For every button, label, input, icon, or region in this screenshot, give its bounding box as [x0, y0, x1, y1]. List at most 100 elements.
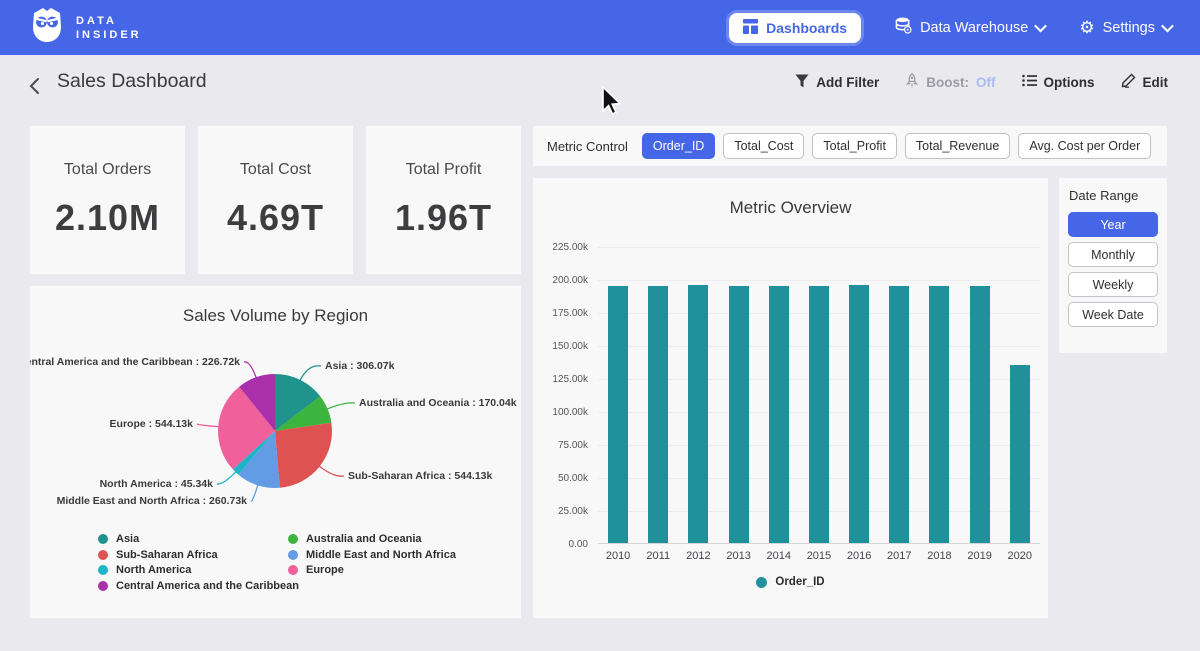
legend-dot	[756, 577, 767, 588]
pie-legend-item: Asia	[98, 533, 139, 545]
pie-leader-line	[197, 424, 220, 427]
pie-legend-item: Sub-Saharan Africa	[98, 549, 218, 561]
pie-legend-item: Europe	[288, 564, 344, 576]
pie-slice-label: Europe : 544.13k	[110, 418, 194, 430]
back-button[interactable]	[26, 77, 46, 97]
bar[interactable]	[608, 286, 628, 544]
x-tick-label: 2013	[719, 550, 759, 562]
page-header: Sales Dashboard Add Filter Boost: Off	[0, 55, 1200, 117]
x-axis-labels: 2010201120122013201420152016201720182019…	[598, 550, 1040, 562]
x-tick-label: 2012	[678, 550, 718, 562]
legend-dot	[288, 534, 298, 544]
metric-control-bar: Metric Control Order_ID Total_Cost Total_P…	[533, 126, 1167, 166]
pie-slice-label: Australia and Oceania : 170.04k	[359, 397, 517, 409]
bar[interactable]	[769, 286, 789, 544]
legend-label: Order_ID	[775, 576, 824, 588]
metric-option-chip[interactable]: Avg. Cost per Order	[1018, 133, 1151, 159]
y-tick-label: 175.00k	[533, 308, 588, 319]
pie-slice-label: Asia : 306.07k	[325, 360, 395, 372]
kpi-card-total-orders: Total Orders 2.10M	[30, 126, 185, 274]
top-navbar: DATA INSIDER Dashboards	[0, 0, 1200, 55]
metric-overview-chart: Metric Overview 225.00k200.00k175.00k150…	[533, 178, 1048, 618]
date-range-option[interactable]: Year	[1068, 212, 1158, 237]
options-button[interactable]: Options	[1022, 74, 1095, 90]
date-range-label: Date Range	[1069, 188, 1158, 203]
bar-chart-title: Metric Overview	[533, 198, 1048, 218]
x-tick-label: 2020	[1000, 550, 1040, 562]
brand-name: DATA INSIDER	[76, 14, 142, 42]
boost-toggle[interactable]: Boost: Off	[905, 73, 995, 91]
legend-label: Sub-Saharan Africa	[116, 549, 218, 561]
bar[interactable]	[970, 286, 990, 544]
bar[interactable]	[889, 286, 909, 544]
x-tick-label: 2019	[960, 550, 1000, 562]
date-range-options: Year Monthly Weekly Week Date	[1068, 212, 1158, 327]
legend-dot	[98, 565, 108, 575]
bar[interactable]	[929, 286, 949, 544]
date-range-option[interactable]: Week Date	[1068, 302, 1158, 327]
dashboards-button[interactable]: Dashboards	[729, 13, 861, 43]
add-filter-button[interactable]: Add Filter	[795, 74, 879, 91]
legend-label: Asia	[116, 533, 139, 545]
brand: DATA INSIDER	[30, 7, 142, 48]
boost-state: Off	[976, 75, 996, 90]
metric-option-chip[interactable]: Order_ID	[642, 133, 715, 159]
pie-legend-item: Australia and Oceania	[288, 533, 422, 545]
metric-option-chip[interactable]: Total_Revenue	[905, 133, 1010, 159]
pie-slice-label: Sub-Saharan Africa : 544.13k	[348, 470, 492, 482]
filter-icon	[795, 74, 809, 91]
kpi-label: Total Cost	[240, 161, 311, 179]
pie-leader-line	[217, 471, 237, 484]
options-list-icon	[1022, 74, 1037, 90]
pie-leader-line	[326, 403, 355, 410]
x-tick-label: 2014	[759, 550, 799, 562]
bar[interactable]	[809, 286, 829, 544]
pie-slice-label: Middle East and North Africa : 260.73k	[57, 495, 248, 507]
legend-dot	[98, 534, 108, 544]
metric-control-label: Metric Control	[547, 139, 628, 154]
pie-legend-item: North America	[98, 564, 191, 576]
kpi-label: Total Profit	[406, 161, 482, 179]
chevron-down-icon	[1161, 20, 1174, 33]
edit-button[interactable]: Edit	[1121, 73, 1169, 91]
legend-label: North America	[116, 564, 191, 576]
legend-dot	[288, 550, 298, 560]
dashboards-grid-icon	[743, 19, 758, 37]
legend-label: Australia and Oceania	[306, 533, 422, 545]
bar[interactable]	[1010, 365, 1030, 544]
bar[interactable]	[648, 286, 668, 544]
bar[interactable]	[849, 285, 869, 544]
kpi-value: 1.96T	[395, 197, 492, 239]
bar[interactable]	[729, 286, 749, 544]
owl-logo-icon	[30, 7, 64, 48]
sales-volume-panel: Sales Volume by Region Asia : 306.07kAus…	[30, 286, 521, 618]
x-tick-label: 2011	[638, 550, 678, 562]
settings-menu[interactable]: ⚙ Settings	[1079, 19, 1172, 36]
legend-label: Europe	[306, 564, 344, 576]
legend-dot	[288, 565, 298, 575]
rocket-icon	[905, 73, 919, 91]
bar-plot-area	[598, 247, 1040, 544]
bar-chart-legend: Order_ID	[533, 576, 1048, 588]
kpi-card-total-cost: Total Cost 4.69T	[198, 126, 353, 274]
date-range-option[interactable]: Monthly	[1068, 242, 1158, 267]
metric-option-chip[interactable]: Total_Cost	[723, 133, 804, 159]
x-tick-label: 2016	[839, 550, 879, 562]
kpi-value: 2.10M	[55, 197, 160, 239]
legend-dot	[98, 550, 108, 560]
legend-dot	[98, 581, 108, 591]
y-tick-label: 225.00k	[533, 242, 588, 253]
metric-option-chip[interactable]: Total_Profit	[812, 133, 897, 159]
edit-pencil-icon	[1121, 73, 1136, 91]
pie-slice[interactable]	[275, 423, 332, 488]
bar[interactable]	[688, 285, 708, 544]
y-tick-label: 25.00k	[533, 506, 588, 517]
y-tick-label: 200.00k	[533, 275, 588, 286]
date-range-option[interactable]: Weekly	[1068, 272, 1158, 297]
data-warehouse-menu[interactable]: Data Warehouse	[895, 17, 1045, 38]
page-title: Sales Dashboard	[57, 70, 207, 93]
chevron-down-icon	[1034, 20, 1047, 33]
database-icon	[895, 17, 912, 38]
metric-control-options: Order_ID Total_Cost Total_Profit Total_Reve…	[642, 133, 1151, 159]
x-tick-label: 2018	[919, 550, 959, 562]
